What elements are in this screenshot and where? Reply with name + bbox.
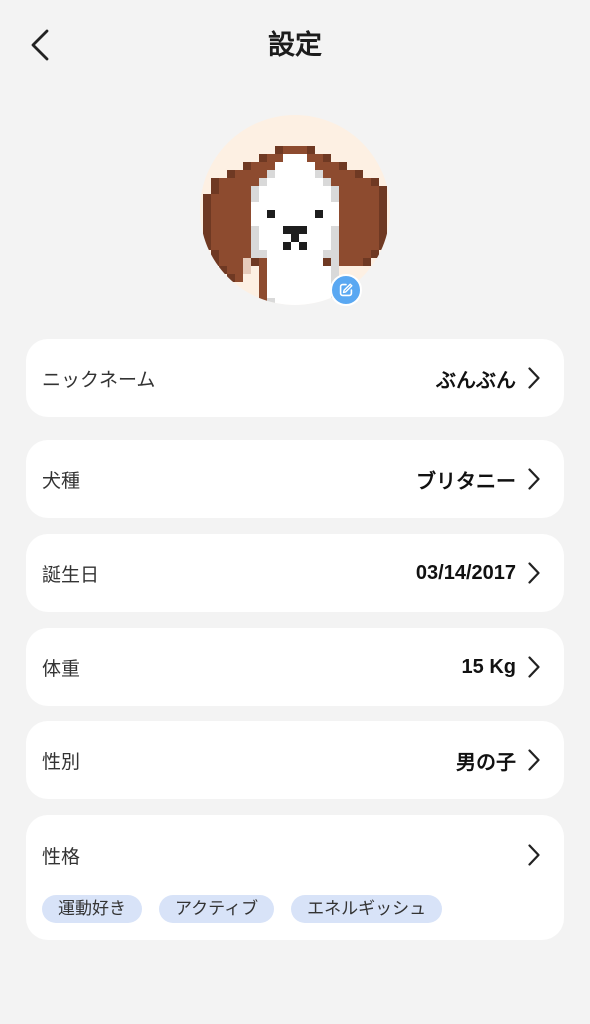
personality-tag: エネルギッシュ <box>291 895 443 923</box>
birthday-row[interactable]: 誕生日 03/14/2017 <box>26 534 564 612</box>
chevron-right-icon <box>528 844 540 866</box>
dog-avatar-image <box>200 115 390 305</box>
breed-label: 犬種 <box>42 470 81 492</box>
chevron-right-icon <box>528 749 540 771</box>
nickname-label: ニックネーム <box>42 369 156 391</box>
weight-value: 15 Kg <box>461 655 516 678</box>
nickname-row[interactable]: ニックネーム ぶんぶん <box>26 339 564 417</box>
edit-avatar-button[interactable] <box>330 274 362 306</box>
birthday-value: 03/14/2017 <box>415 561 516 584</box>
page-title: 設定 <box>268 30 322 60</box>
weight-label: 体重 <box>42 658 81 680</box>
personality-row[interactable]: 性格 運動好き アクティブ エネルギッシュ <box>26 815 564 940</box>
breed-value: ブリタニー <box>416 470 516 493</box>
personality-tag: 運動好き <box>42 895 142 923</box>
chevron-right-icon <box>528 562 540 584</box>
birthday-label: 誕生日 <box>42 564 100 586</box>
avatar[interactable] <box>200 115 390 305</box>
chevron-right-icon <box>528 367 540 389</box>
personality-tag: アクティブ <box>159 895 275 923</box>
gender-row[interactable]: 性別 男の子 <box>26 721 564 799</box>
personality-label: 性格 <box>42 846 81 868</box>
chevron-right-icon <box>528 656 540 678</box>
nickname-value: ぶんぶん <box>436 369 516 392</box>
personality-tags: 運動好き アクティブ エネルギッシュ <box>26 895 564 923</box>
edit-icon <box>339 283 353 297</box>
chevron-right-icon <box>528 468 540 490</box>
breed-row[interactable]: 犬種 ブリタニー <box>26 440 564 518</box>
gender-value: 男の子 <box>456 751 516 774</box>
gender-label: 性別 <box>42 751 81 773</box>
weight-row[interactable]: 体重 15 Kg <box>26 628 564 706</box>
